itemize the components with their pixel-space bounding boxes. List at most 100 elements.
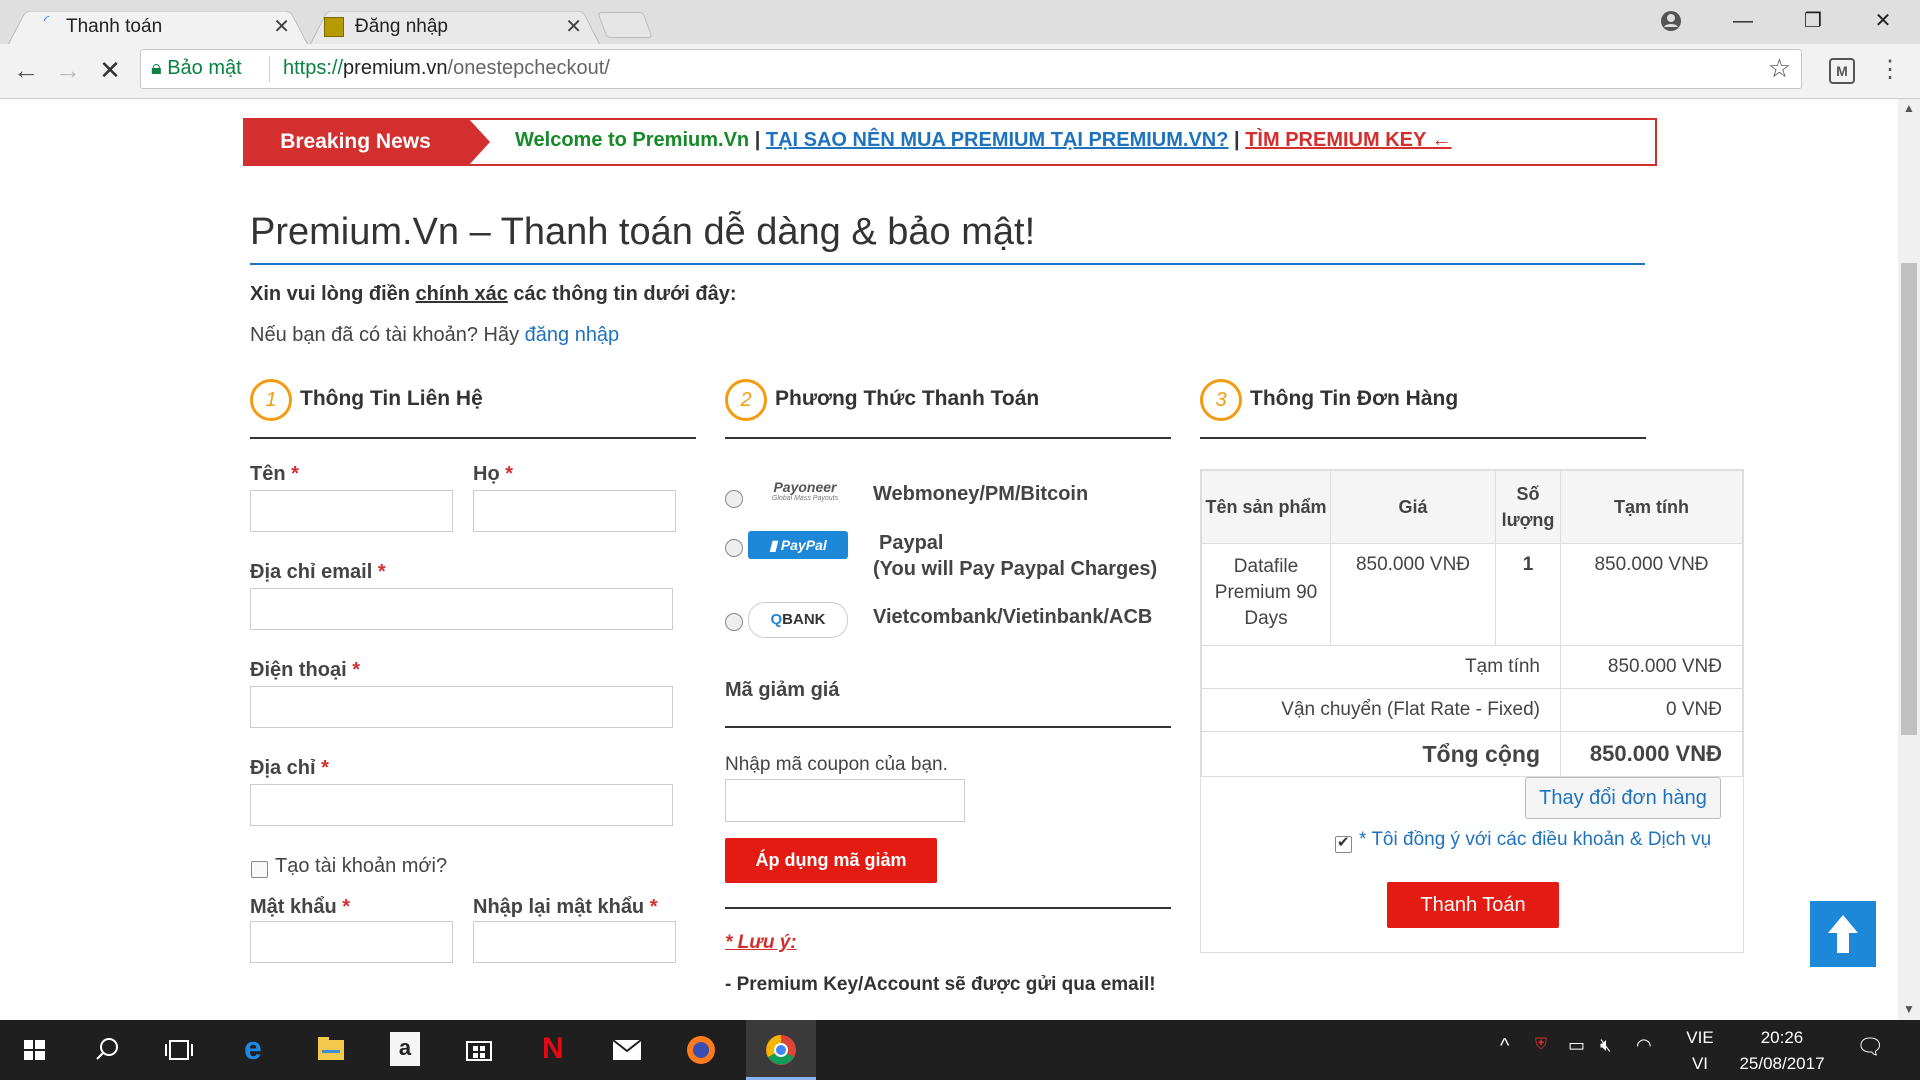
input-language[interactable]: VIE VI: [1680, 1028, 1720, 1074]
tab-thanh-toan[interactable]: ◜ Thanh toán ✕: [8, 6, 308, 44]
scroll-down-icon: ▼: [1903, 1002, 1915, 1016]
url-path: /onestepcheckout/: [447, 57, 610, 79]
last-name-label: Họ *: [473, 463, 514, 485]
password-confirm-input[interactable]: [473, 921, 676, 963]
stop-loading-icon[interactable]: ✕: [90, 50, 130, 90]
section-title: Thông Tin Liên Hệ: [300, 387, 483, 410]
address-bar[interactable]: 🔒︎ Bảo mật https://premium.vn/onestepche…: [140, 49, 1802, 89]
security-indicator[interactable]: 🔒︎ Bảo mật: [151, 57, 242, 80]
total-row: Tổng cộng 850.000 VNĐ: [1201, 731, 1743, 777]
secure-label: Bảo mật: [167, 57, 242, 79]
site-favicon-icon: [324, 17, 344, 37]
item-price: 850.000 VNĐ: [1330, 543, 1496, 646]
file-explorer-icon[interactable]: [296, 1020, 366, 1080]
breaking-news-label: Breaking News: [243, 118, 490, 166]
url-host: premium.vn: [343, 57, 448, 79]
page-scrollbar[interactable]: ▲ ▼: [1898, 99, 1920, 1020]
first-name-input[interactable]: [250, 490, 453, 532]
q-icon: Q: [770, 611, 783, 628]
restore-button[interactable]: ❐: [1790, 6, 1836, 36]
task-view-icon[interactable]: [144, 1020, 214, 1080]
mail-icon[interactable]: [592, 1020, 662, 1080]
wifi-icon[interactable]: ◠: [1636, 1035, 1652, 1056]
news-welcome: Welcome to Premium.Vn: [515, 129, 750, 151]
news-ticker: Welcome to Premium.Vn | TẠI SAO NÊN MUA …: [515, 129, 1452, 152]
check-icon: ✔: [1337, 834, 1350, 851]
email-label: Địa chỉ email *: [250, 561, 386, 583]
firefox-icon[interactable]: [666, 1020, 736, 1080]
step-number: 1: [250, 379, 292, 421]
paypal-charges-note: (You will Pay Paypal Charges): [873, 558, 1158, 580]
bookmark-star-icon[interactable]: ☆: [1768, 53, 1791, 84]
payoneer-logo: Payoneer Global Mass Payouts: [771, 479, 839, 502]
news-link-why-premium[interactable]: TẠI SAO NÊN MUA PREMIUM TẠI PREMIUM.VN?: [766, 129, 1229, 151]
windows-logo-icon: [24, 1040, 45, 1060]
chrome-icon[interactable]: [746, 1020, 816, 1080]
login-link[interactable]: đăng nhập: [525, 324, 620, 346]
breaking-news-bar: Breaking News Welcome to Premium.Vn | TẠ…: [243, 118, 1657, 166]
volume-muted-icon[interactable]: 🔇︎: [1600, 1035, 1611, 1056]
browser-tabstrip: ◜ Thanh toán ✕ Đăng nhập ✕ — ❐ ✕: [0, 0, 1920, 44]
back-icon[interactable]: ←: [6, 50, 46, 90]
news-link-find-key[interactable]: TÌM PREMIUM KEY ←: [1245, 129, 1451, 151]
show-hidden-icons-icon[interactable]: ^: [1500, 1035, 1509, 1058]
edge-icon[interactable]: e: [222, 1020, 292, 1080]
phone-input[interactable]: [250, 686, 673, 728]
store-icon[interactable]: [444, 1020, 514, 1080]
search-icon[interactable]: [72, 1020, 142, 1080]
address-input[interactable]: [250, 784, 673, 826]
payment-radio-bank[interactable]: [725, 613, 743, 631]
subtotal-label: Tạm tính: [1201, 645, 1561, 689]
apply-coupon-button[interactable]: Áp dụng mã giảm: [725, 838, 937, 883]
total-label: Tổng cộng: [1201, 731, 1561, 777]
terms-checkbox[interactable]: ✔: [1335, 834, 1352, 853]
profile-icon[interactable]: [1648, 6, 1694, 36]
loading-icon: ◜: [44, 12, 50, 28]
payment-radio-payoneer[interactable]: [725, 490, 743, 508]
system-clock[interactable]: 20:26 25/08/2017: [1732, 1028, 1832, 1074]
section-title: Thông Tin Đơn Hàng: [1250, 387, 1459, 410]
col-subtotal: Tạm tính: [1560, 470, 1743, 544]
phone-label: Điện thoại *: [250, 659, 361, 681]
payment-name-paypal: Paypal: [879, 532, 944, 554]
new-tab-button[interactable]: [597, 12, 653, 38]
menu-dots-icon[interactable]: ⋮: [1870, 50, 1910, 90]
battery-icon[interactable]: ▭: [1568, 1035, 1585, 1056]
minimize-button[interactable]: —: [1720, 6, 1766, 36]
close-window-button[interactable]: ✕: [1860, 6, 1906, 36]
terms-label[interactable]: * Tôi đồng ý với các điều khoản & Dịch v…: [1359, 829, 1711, 851]
password-input[interactable]: [250, 921, 453, 963]
note-text: - Premium Key/Account sẽ được gửi qua em…: [725, 974, 1156, 995]
scroll-up-icon: ▲: [1903, 101, 1915, 115]
paypal-logo: ▮ PayPal: [748, 531, 848, 559]
order-summary: Tên sản phẩm Giá Số lượng Tạm tính Dataf…: [1200, 469, 1744, 953]
last-name-input[interactable]: [473, 490, 676, 532]
close-tab-icon[interactable]: ✕: [273, 14, 290, 39]
tab-title: Thanh toán: [66, 16, 163, 37]
col-price: Giá: [1330, 470, 1496, 544]
create-account-checkbox[interactable]: [251, 861, 268, 878]
checkout-button[interactable]: Thanh Toán: [1387, 882, 1559, 928]
payment-radio-paypal[interactable]: [725, 539, 743, 557]
forward-icon[interactable]: →: [48, 50, 88, 90]
notifications-icon[interactable]: 🗨︎: [1856, 1034, 1884, 1060]
scroll-to-top-button[interactable]: [1810, 901, 1876, 967]
close-tab-icon[interactable]: ✕: [565, 14, 582, 39]
change-order-button[interactable]: Thay đổi đơn hàng: [1525, 777, 1721, 819]
scrollbar-thumb[interactable]: [1901, 263, 1917, 735]
payment-name-bank: Vietcombank/Vietinbank/ACB: [873, 606, 1153, 628]
subtotal-value: 850.000 VNĐ: [1560, 645, 1743, 689]
amazon-icon[interactable]: a: [370, 1020, 440, 1080]
coupon-input[interactable]: [725, 779, 965, 822]
start-button[interactable]: [0, 1020, 70, 1080]
url-text[interactable]: https://premium.vn/onestepcheckout/: [283, 57, 610, 80]
address-label: Địa chỉ *: [250, 757, 329, 779]
lock-icon: 🔒︎: [151, 57, 162, 79]
netflix-icon[interactable]: N: [518, 1020, 588, 1080]
security-shield-icon[interactable]: ⛨: [1535, 1036, 1547, 1054]
extension-icon[interactable]: M: [1822, 50, 1862, 90]
email-input[interactable]: [250, 588, 673, 630]
item-name: Datafile Premium 90 Days: [1201, 543, 1331, 646]
tab-dang-nhap[interactable]: Đăng nhập ✕: [310, 6, 600, 44]
coupon-label: Nhập mã coupon của bạn.: [725, 754, 948, 775]
